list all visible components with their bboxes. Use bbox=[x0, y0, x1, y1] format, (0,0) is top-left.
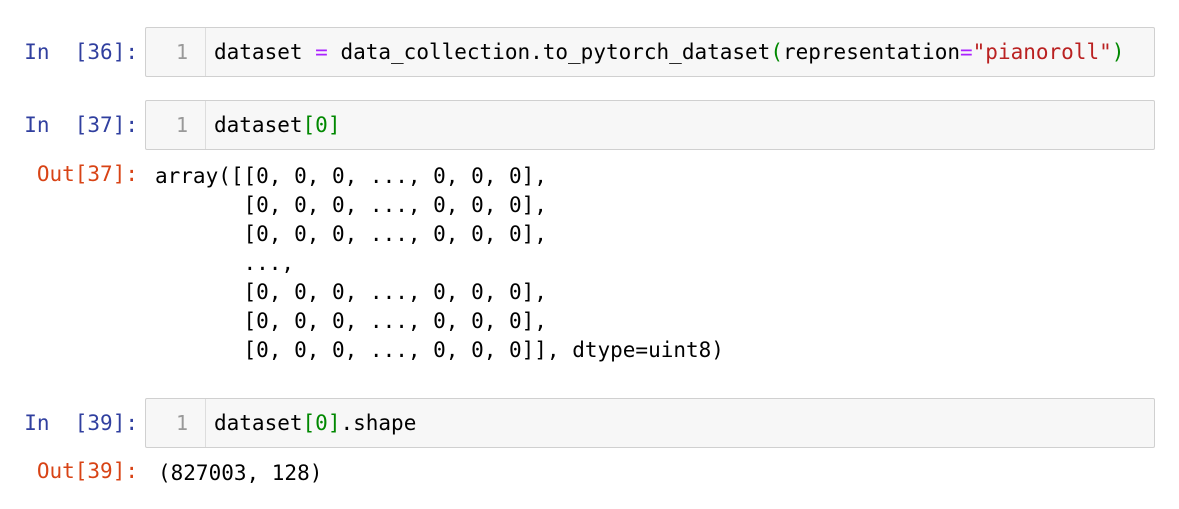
code-bracket: [ bbox=[302, 411, 316, 435]
code-cell-39[interactable]: 1 dataset[0].shape bbox=[145, 398, 1155, 448]
code-cell-36[interactable]: 1 dataset = data_collection.to_pytorch_d… bbox=[145, 27, 1155, 77]
line-number: 1 bbox=[146, 28, 206, 76]
code-bracket: ( bbox=[770, 40, 783, 64]
code-token: .shape bbox=[340, 411, 417, 435]
code-token: dataset bbox=[214, 411, 303, 435]
code-editor[interactable]: dataset = data_collection.to_pytorch_dat… bbox=[214, 28, 1124, 76]
code-token: representation bbox=[782, 40, 960, 64]
code-editor[interactable]: dataset[0] bbox=[214, 101, 340, 149]
cell-output-37: array([[0, 0, 0, ..., 0, 0, 0], [0, 0, 0… bbox=[155, 164, 724, 362]
cell-output-39: (827003, 128) bbox=[158, 461, 323, 485]
output-prompt-37: Out[37]: bbox=[36, 162, 138, 186]
code-editor[interactable]: dataset[0].shape bbox=[214, 399, 416, 447]
line-number: 1 bbox=[146, 399, 206, 447]
code-token: dataset bbox=[214, 40, 316, 64]
code-bracket: [ bbox=[302, 113, 316, 137]
input-prompt-39: In [39]: bbox=[24, 411, 138, 435]
input-prompt-36: In [36]: bbox=[24, 40, 138, 64]
input-prompt-37: In [37]: bbox=[24, 113, 138, 137]
code-bracket: ) bbox=[1111, 40, 1125, 64]
code-token: dataset bbox=[214, 113, 303, 137]
code-bracket: ] bbox=[327, 411, 341, 435]
code-bracket: ] bbox=[327, 113, 341, 137]
line-number: 1 bbox=[146, 101, 206, 149]
code-operator: = bbox=[315, 40, 328, 64]
code-cell-37[interactable]: 1 dataset[0] bbox=[145, 100, 1155, 150]
code-number: 0 bbox=[315, 411, 328, 435]
code-string: "pianoroll" bbox=[972, 40, 1112, 64]
code-operator: = bbox=[960, 40, 973, 64]
output-prompt-39: Out[39]: bbox=[36, 459, 138, 483]
code-number: 0 bbox=[315, 113, 328, 137]
code-token: data_collection.to_pytorch_dataset bbox=[327, 40, 771, 64]
